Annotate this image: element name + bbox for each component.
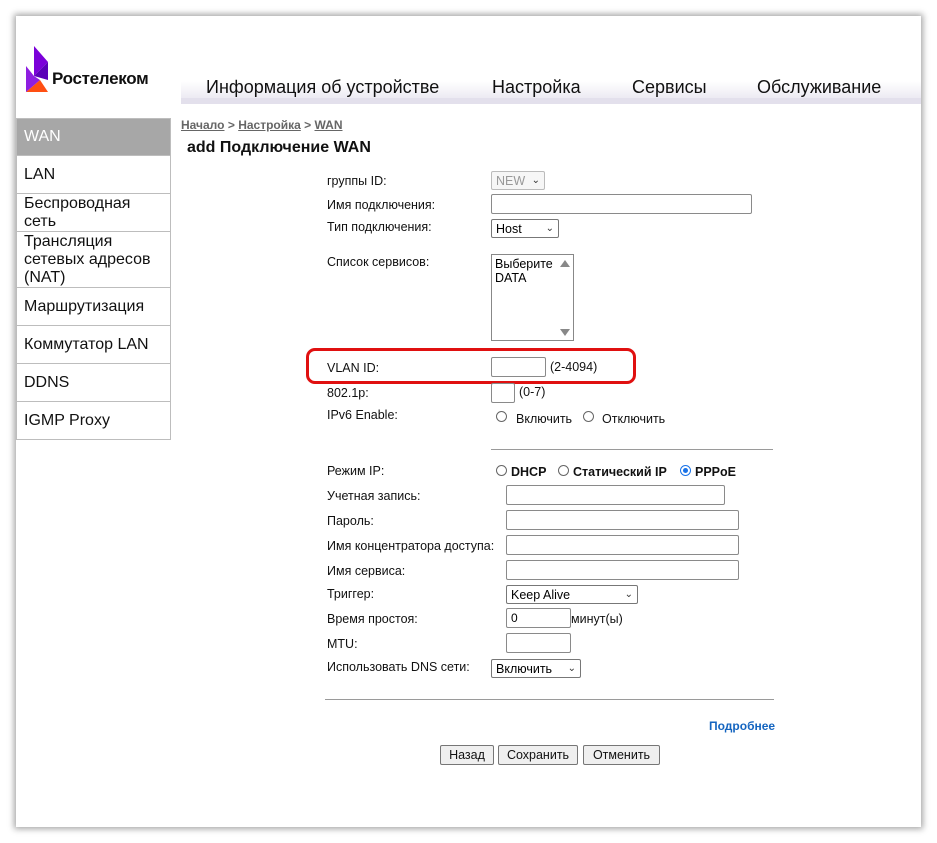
save-button[interactable]: Сохранить [498,745,578,765]
ip-mode-dhcp-label: DHCP [511,465,547,479]
chevron-down-icon: ⌄ [545,223,554,234]
ac-name-input[interactable] [506,535,739,555]
brand-name: Ростелеком [52,69,149,88]
conn-type-value: Host [496,221,522,236]
nav-shade [181,98,921,104]
service-option[interactable]: Выберите [495,257,570,271]
group-id-select[interactable]: NEW ⌄ [491,171,545,190]
idle-time-input[interactable] [506,608,571,628]
ip-mode-static-label: Статический IP [573,465,667,479]
sidebar-item-routing[interactable]: Маршрутизация [16,288,171,326]
sidebar-item-lan-switch[interactable]: Коммутатор LAN [16,326,171,364]
breadcrumb-wan[interactable]: WAN [315,118,343,132]
sidebar-item-lan[interactable]: LAN [16,156,171,194]
sidebar-item-wireless[interactable]: Беспроводная сеть [16,194,171,232]
chevron-down-icon: ⌄ [567,663,576,674]
group-id-label: группы ID: [327,174,387,188]
services-listbox[interactable]: Выберите DATA [491,254,574,341]
password-input[interactable] [506,510,739,530]
top-navigation: Информация об устройстве Настройка Серви… [181,66,921,104]
ip-mode-pppoe-radio[interactable] [680,465,691,476]
divider [491,449,773,450]
more-link[interactable]: Подробнее [709,719,775,733]
breadcrumb: Начало > Настройка > WAN [181,118,343,132]
nav-maintenance[interactable]: Обслуживание [757,77,881,98]
dns-value: Включить [496,661,553,676]
breadcrumb-separator: > [304,118,312,132]
breadcrumb-separator: > [227,118,235,132]
sidebar-item-igmp-proxy[interactable]: IGMP Proxy [16,402,171,440]
dot1p-input[interactable] [491,383,515,403]
sidebar-item-wan[interactable]: WAN [16,118,171,156]
dot1p-hint: (0-7) [519,385,546,399]
nav-device-info[interactable]: Информация об устройстве [206,77,439,98]
mtu-input[interactable] [506,633,571,653]
chevron-down-icon: ⌄ [624,589,633,600]
trigger-select[interactable]: Keep Alive ⌄ [506,585,638,604]
ip-mode-label: Режим IP: [327,464,385,478]
cancel-button[interactable]: Отменить [583,745,660,765]
trigger-value: Keep Alive [511,587,571,602]
conn-name-label: Имя подключения: [327,198,436,212]
ipv6-label: IPv6 Enable: [327,408,398,422]
conn-type-label: Тип подключения: [327,220,432,234]
dns-label: Использовать DNS сети: [327,660,470,674]
password-label: Пароль: [327,514,374,528]
account-input[interactable] [506,485,725,505]
trigger-label: Триггер: [327,587,375,601]
sidebar-item-ddns[interactable]: DDNS [16,364,171,402]
chevron-down-icon: ⌄ [531,175,540,186]
router-web-interface: Ростелеком Информация об устройстве Наст… [16,16,921,827]
sidebar: WAN LAN Беспроводная сеть Трансляция сет… [16,118,171,440]
service-option[interactable]: DATA [495,271,570,285]
ipv6-off-radio[interactable] [583,411,594,422]
nav-services[interactable]: Сервисы [632,77,707,98]
account-label: Учетная запись: [327,489,421,503]
divider [325,699,774,700]
vlan-highlight-annotation [306,348,636,384]
scroll-down-icon[interactable] [560,329,570,336]
service-name-label: Имя сервиса: [327,564,406,578]
group-id-value: NEW [496,173,526,188]
back-button[interactable]: Назад [440,745,494,765]
dot1p-label: 802.1p: [327,386,369,400]
conn-type-select[interactable]: Host ⌄ [491,219,559,238]
idle-time-label: Время простоя: [327,612,418,626]
ipv6-on-label: Включить [516,412,573,426]
ac-name-label: Имя концентратора доступа: [327,539,495,553]
scroll-up-icon[interactable] [560,260,570,267]
ipv6-off-label: Отключить [602,412,666,426]
ip-mode-dhcp-radio[interactable] [496,465,507,476]
idle-time-unit: минут(ы) [571,612,623,626]
dns-select[interactable]: Включить ⌄ [491,659,581,678]
ipv6-on-radio[interactable] [496,411,507,422]
mtu-label: MTU: [327,637,358,651]
breadcrumb-home[interactable]: Начало [181,118,224,132]
conn-name-input[interactable] [491,194,752,214]
page-title: add Подключение WAN [187,139,371,156]
services-label: Список сервисов: [327,255,430,269]
nav-settings[interactable]: Настройка [492,77,581,98]
breadcrumb-settings[interactable]: Настройка [238,118,301,132]
service-name-input[interactable] [506,560,739,580]
ip-mode-pppoe-label: PPPoE [695,465,736,479]
ip-mode-static-radio[interactable] [558,465,569,476]
sidebar-item-nat[interactable]: Трансляция сетевых адресов (NAT) [16,232,171,288]
